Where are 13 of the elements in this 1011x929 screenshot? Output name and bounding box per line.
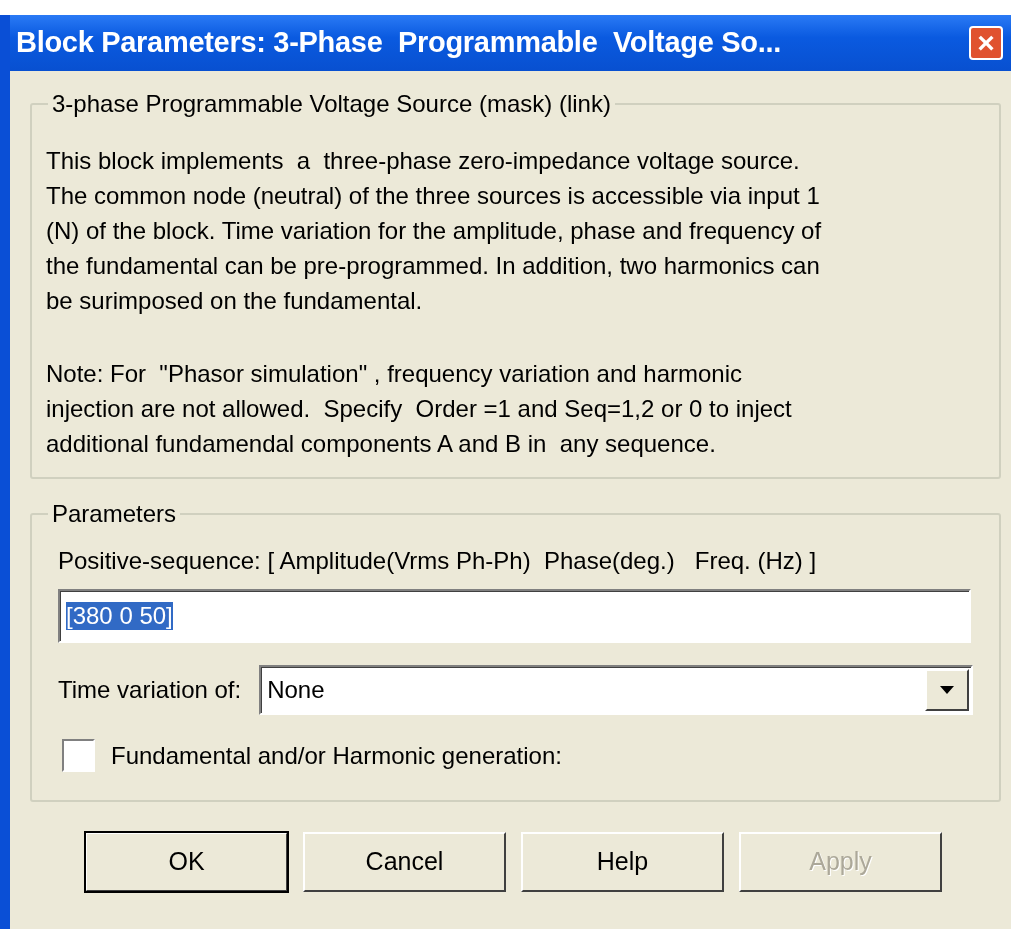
window-title: Block Parameters: 3-Phase Programmable Voltage So... xyxy=(16,25,782,61)
positive-sequence-field[interactable]: [380 0 50] xyxy=(58,589,971,643)
dialog-button[interactable]: OK xyxy=(85,832,288,892)
time-variation-dropdown[interactable]: None xyxy=(259,665,973,715)
field-label: Time variation of: xyxy=(58,676,242,704)
close-button[interactable]: × xyxy=(969,26,1003,60)
harmonic-checkbox[interactable] xyxy=(62,739,95,772)
dialog-button[interactable]: Cancel xyxy=(303,832,506,892)
dialog-button[interactable]: Help xyxy=(521,832,724,892)
description-paragraph: This block implements a three-phase zero-impedance voltage source. The common node (neutral) of the three sources is accessible via input 1 (N) of the block. Time variation for the amplitude, phase and frequency of the fundamental can be pre-programmed. In addition, two harmonics can be surimposed on the fundamental. xyxy=(46,146,823,316)
description-paragraph: Note: For "Phasor simulation" , frequency variation and harmonic injection are not allowed. Specify Order =1 and Seq=1,2 or 0 to inject additional fundamendal components A and B in any sequence. xyxy=(46,359,793,459)
checkbox-label: Fundamental and/or Harmonic generation: xyxy=(111,741,562,770)
field-label: Positive-sequence: [ Amplitude(Vrms Ph-Ph) Phase(deg.) Freq. (Hz) ] xyxy=(58,547,818,575)
